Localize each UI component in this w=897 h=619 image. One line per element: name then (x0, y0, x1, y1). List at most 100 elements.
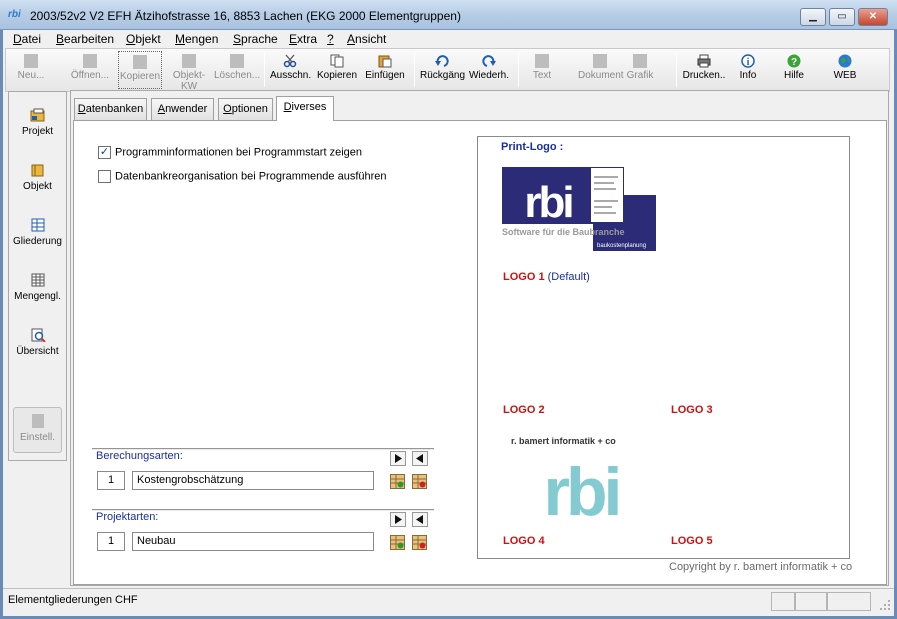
web-button[interactable]: WEB (828, 51, 862, 89)
project-icon (30, 108, 44, 122)
window-title: 2003/52v2 V2 EFH Ätzihofstrasse 16, 8853… (30, 9, 461, 23)
menu-sprache[interactable]: Sprache (233, 32, 278, 46)
print-logo-image[interactable]: rbi Software für die Baubranche baukoste… (502, 167, 658, 255)
delete-button[interactable]: Löschen... (214, 51, 260, 89)
help-button[interactable]: ? Hilfe (778, 51, 810, 89)
redo-icon (482, 55, 496, 67)
projektarten-group: Projektarten: 1 Neubau (92, 509, 434, 557)
nav-mengengl[interactable]: Mengengl. (13, 267, 62, 313)
menu-objekt[interactable]: Objekt (126, 32, 161, 46)
text-button[interactable]: Text (524, 51, 560, 89)
left-navigation: Projekt Objekt Gliederung Mengengl. Über… (8, 91, 67, 461)
status-cell (771, 592, 795, 611)
menu-help[interactable]: ? (327, 32, 334, 46)
copy-project-icon (133, 55, 147, 69)
maximize-button[interactable]: ▭ (829, 8, 855, 26)
nav-uebersicht[interactable]: Übersicht (13, 322, 62, 368)
svg-text:rbi: rbi (544, 454, 619, 529)
toolbar: Neu... Öffnen... Kopieren Objekt-KW Lösc… (5, 48, 890, 92)
arrow-right-icon (395, 454, 402, 463)
db-reorg-checkbox[interactable] (98, 170, 111, 183)
prev-button[interactable] (412, 451, 428, 466)
minimize-button[interactable]: ▁ (800, 8, 826, 26)
paste-button[interactable]: Einfügen (364, 51, 406, 89)
resize-grip-icon[interactable] (879, 599, 891, 611)
toolbar-separator (676, 53, 677, 87)
cut-button[interactable]: Ausschn. (270, 51, 311, 89)
status-text: Elementgliederungen CHF (8, 594, 138, 606)
globe-icon (838, 54, 852, 68)
projektart-field[interactable]: Neubau (132, 532, 374, 551)
new-doc-icon (24, 54, 38, 68)
structure-icon (31, 218, 44, 232)
undo-button[interactable]: Rückgäng (420, 51, 465, 89)
tab-optionen[interactable]: Optionen (218, 98, 273, 120)
delete-row-icon[interactable] (412, 474, 427, 489)
menu-datei[interactable]: Datei (13, 32, 41, 46)
help-icon: ? (787, 54, 801, 68)
document-button[interactable]: Dokument (578, 51, 624, 89)
menu-ansicht[interactable]: Ansicht (347, 32, 386, 46)
tab-datenbanken[interactable]: Datenbanken (74, 98, 147, 120)
nav-projekt[interactable]: Projekt (13, 102, 62, 148)
toolbar-separator (414, 53, 415, 87)
toolbar-separator (518, 53, 519, 87)
projektart-number[interactable]: 1 (97, 532, 125, 551)
tab-anwender[interactable]: Anwender (151, 98, 214, 120)
delete-row-icon[interactable] (412, 535, 427, 550)
copy-icon (330, 54, 344, 68)
menu-bar: Datei Bearbeiten Objekt Mengen Sprache E… (3, 30, 894, 48)
next-button[interactable] (390, 512, 406, 527)
delete-x-icon (230, 54, 244, 68)
logo4-image[interactable]: r. bamert informatik + co rbi (508, 433, 654, 529)
add-row-icon[interactable] (390, 474, 405, 489)
scissors-icon (283, 54, 297, 68)
arrow-left-icon (416, 454, 423, 463)
nav-gliederung[interactable]: Gliederung (13, 212, 62, 258)
svg-text:rbi: rbi (524, 178, 572, 227)
logo5-label: LOGO 5 (671, 535, 713, 547)
berechnungsarten-title: Berechungsarten: (96, 450, 183, 462)
copy-button[interactable]: Kopieren (316, 51, 358, 89)
info-button[interactable]: i Info (732, 51, 764, 89)
open-button[interactable]: Öffnen... (68, 51, 112, 89)
nav-einstell[interactable]: Einstell. (13, 407, 62, 453)
status-cell (827, 592, 871, 611)
object-icon (31, 164, 43, 177)
redo-button[interactable]: Wiederh. (468, 51, 510, 89)
projektarten-title: Projektarten: (96, 511, 159, 523)
puzzle-icon (182, 54, 196, 68)
berechnungsarten-group: Berechungsarten: 1 Kostengrobschätzung (92, 448, 434, 496)
show-info-checkbox[interactable]: ✓ (98, 146, 111, 159)
object-kw-button[interactable]: Objekt-KW (166, 51, 212, 92)
copy-project-button[interactable]: Kopieren (118, 51, 162, 89)
tab-diverses[interactable]: Diverses (276, 96, 334, 121)
svg-text:Software für die Baubranche: Software für die Baubranche (502, 227, 625, 237)
minimize-icon: ▁ (809, 11, 817, 22)
db-reorg-option[interactable]: Datenbankreorganisation bei Programmende… (98, 170, 387, 183)
window-client: Datei Bearbeiten Objekt Mengen Sprache E… (3, 30, 894, 616)
berechnungsart-field[interactable]: Kostengrobschätzung (132, 471, 374, 490)
overview-icon (31, 328, 46, 342)
copyright-text: Copyright by r. bamert informatik + co (669, 561, 853, 573)
logo3-label: LOGO 3 (671, 404, 713, 416)
prev-button[interactable] (412, 512, 428, 527)
new-button[interactable]: Neu... (12, 51, 50, 89)
add-row-icon[interactable] (390, 535, 405, 550)
logo-panel: Print-Logo : rbi Software für die Baubra… (477, 136, 850, 559)
graphic-button[interactable]: Grafik (624, 51, 656, 89)
menu-extra[interactable]: Extra (289, 32, 317, 46)
svg-text:i: i (747, 57, 750, 68)
berechnungsart-number[interactable]: 1 (97, 471, 125, 490)
nav-objekt[interactable]: Objekt (13, 157, 62, 203)
close-button[interactable]: ✕ (858, 8, 888, 26)
toolbar-separator (264, 53, 265, 87)
open-folder-icon (83, 54, 97, 68)
menu-bearbeiten[interactable]: Bearbeiten (56, 32, 114, 46)
main-panel: Datenbanken Anwender Optionen Diverses ✓… (70, 90, 889, 586)
show-info-option[interactable]: ✓ Programminformationen bei Programmstart… (98, 146, 362, 159)
menu-mengen[interactable]: Mengen (175, 32, 218, 46)
info-icon: i (741, 54, 755, 68)
print-button[interactable]: Drucken.. (682, 51, 726, 89)
next-button[interactable] (390, 451, 406, 466)
